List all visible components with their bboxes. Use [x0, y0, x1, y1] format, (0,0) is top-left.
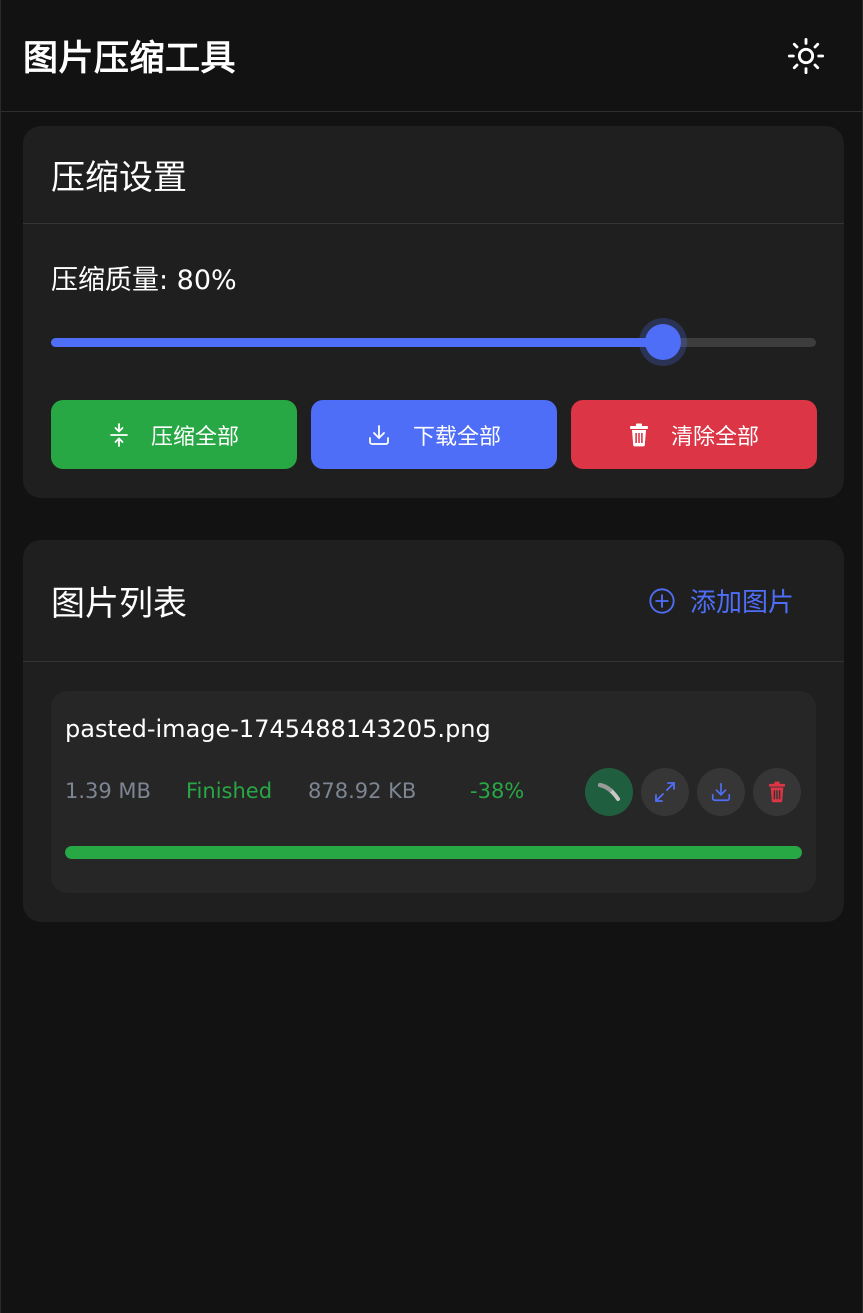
slider-thumb[interactable] [645, 324, 681, 360]
item-actions [585, 768, 801, 816]
clear-all-label: 清除全部 [670, 424, 759, 450]
expand-icon [655, 782, 675, 802]
settings-header: 压缩设置 [23, 126, 844, 224]
theme-toggle-button[interactable] [784, 34, 828, 78]
download-button[interactable] [697, 768, 745, 816]
image-list-header: 图片列表 添加图片 [23, 540, 844, 662]
original-size: 1.39 MB [65, 779, 151, 803]
compression-ratio: -38% [470, 779, 525, 803]
image-list-item: pasted-image-1745488143205.png 1.39 MB F… [51, 691, 816, 893]
compress-all-button[interactable]: 压缩全部 [51, 400, 297, 469]
quality-slider[interactable] [51, 324, 816, 360]
image-thumbnail-icon [598, 783, 620, 801]
progress-fill [65, 846, 802, 859]
add-image-button[interactable]: 添加图片 [648, 582, 794, 619]
image-list-card: 图片列表 添加图片 pasted-image-1745488143205.png… [23, 540, 844, 922]
preview-button[interactable] [585, 768, 633, 816]
trash-icon [768, 781, 786, 803]
clear-all-button[interactable]: 清除全部 [571, 400, 817, 469]
app-title: 图片压缩工具 [23, 39, 237, 79]
download-all-label: 下载全部 [412, 424, 501, 450]
compress-all-label: 压缩全部 [150, 424, 239, 450]
add-image-label: 添加图片 [689, 588, 794, 618]
download-icon [711, 782, 731, 802]
trash-icon [629, 423, 648, 446]
bulk-action-buttons: 压缩全部 下载全部 清除全部 [51, 400, 817, 469]
compression-settings-card: 压缩设置 压缩质量: 80% 压缩全部 下载全部 清除全部 [23, 126, 844, 498]
delete-button[interactable] [753, 768, 801, 816]
expand-button[interactable] [641, 768, 689, 816]
download-icon [369, 424, 389, 445]
progress-bar [65, 846, 802, 859]
sun-icon [787, 37, 825, 74]
quality-label: 压缩质量: 80% [51, 265, 237, 296]
settings-title: 压缩设置 [51, 158, 187, 198]
app-window: 图片压缩工具 压缩设置 压缩质量: 80% 压缩全部 下载全部 清除全部 图片列… [0, 0, 863, 1313]
image-list-title: 图片列表 [51, 584, 187, 624]
compressed-size: 878.92 KB [308, 779, 417, 803]
file-name: pasted-image-1745488143205.png [65, 715, 491, 743]
status-badge: Finished [186, 779, 273, 803]
slider-fill [51, 338, 663, 347]
download-all-button[interactable]: 下载全部 [311, 400, 557, 469]
compress-icon [110, 422, 128, 447]
plus-circle-icon [649, 587, 675, 614]
top-bar: 图片压缩工具 [1, 0, 862, 112]
